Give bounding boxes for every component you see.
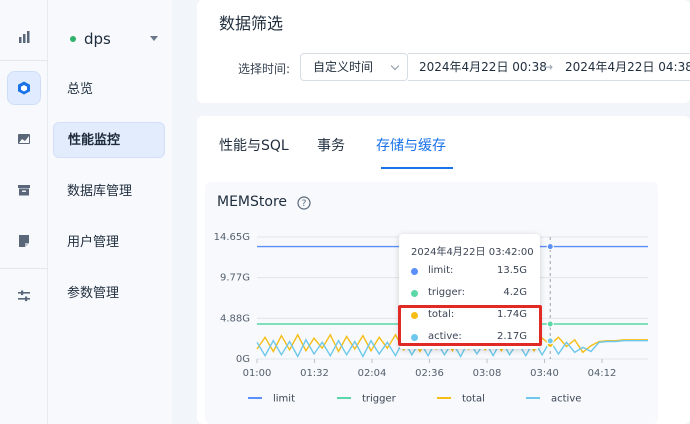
sliders-icon[interactable] bbox=[7, 279, 41, 313]
y-axis-ticks: 14.65G 9.77G 4.88G 0G bbox=[214, 232, 250, 365]
sidebar-item-performance[interactable]: 性能监控 bbox=[53, 122, 165, 158]
hover-point-trigger bbox=[546, 320, 554, 328]
date-range-picker[interactable]: 2024年4月22日 00:38 → 2024年4月22日 04:38 bbox=[408, 53, 690, 81]
x-tick-label: 03:40 bbox=[530, 368, 559, 379]
filter-card: 数据筛选 选择时间: 自定义时间 2024年4月22日 00:38 → 2024… bbox=[197, 0, 690, 103]
x-axis-ticks: 01:00 01:32 02:04 02:36 03:08 03:40 04:12 bbox=[243, 359, 617, 379]
x-tick-label: 01:32 bbox=[300, 368, 329, 379]
tooltip-row-trigger: trigger: 4.2G bbox=[399, 286, 540, 302]
trigger-dot-icon bbox=[411, 290, 418, 297]
tooltip-time: 2024年4月22日 03:42:00 bbox=[411, 247, 534, 258]
sidebar-item-params[interactable]: 参数管理 bbox=[53, 276, 165, 312]
chart-legend: limit trigger total active bbox=[248, 394, 581, 405]
y-tick-label: 14.65G bbox=[214, 232, 250, 243]
time-label: 选择时间: bbox=[238, 62, 291, 76]
area-chart-icon[interactable] bbox=[7, 122, 41, 156]
limit-dot-icon bbox=[411, 268, 418, 275]
legend-label-active: active bbox=[551, 394, 581, 405]
chart-title: MEMStore bbox=[217, 194, 288, 210]
range-end-input[interactable]: 2024年4月22日 04:38 bbox=[565, 54, 690, 80]
time-mode-select[interactable]: 自定义时间 bbox=[300, 53, 408, 81]
nav-sidebar: dps 总览 性能监控 数据库管理 用户管理 参数管理 bbox=[48, 0, 172, 424]
svg-text:?: ? bbox=[302, 199, 307, 209]
icon-rail bbox=[0, 0, 48, 424]
x-tick-label: 01:00 bbox=[243, 368, 272, 379]
legend-label-limit: limit bbox=[273, 394, 295, 405]
time-mode-value: 自定义时间 bbox=[313, 60, 374, 74]
tab-transactions[interactable]: 事务 bbox=[317, 135, 345, 155]
legend-label-trigger: trigger bbox=[362, 394, 397, 405]
x-tick-label: 04:12 bbox=[588, 368, 617, 379]
legend-label-total: total bbox=[462, 394, 485, 405]
tooltip-row-limit: limit: 13.5G bbox=[399, 264, 540, 280]
tooltip-name: trigger: bbox=[428, 287, 465, 298]
chevron-down-icon bbox=[390, 61, 400, 71]
cube-icon[interactable] bbox=[7, 71, 41, 105]
hover-point-active bbox=[546, 337, 554, 345]
archive-icon[interactable] bbox=[7, 173, 41, 207]
active-tab-indicator bbox=[381, 167, 453, 169]
tab-storage-cache[interactable]: 存储与缓存 bbox=[376, 135, 446, 155]
sidebar-item-database[interactable]: 数据库管理 bbox=[53, 174, 165, 210]
tab-performance-sql[interactable]: 性能与SQL bbox=[219, 135, 289, 155]
tooltip-value: 13.5G bbox=[496, 265, 527, 276]
range-start-input[interactable]: 2024年4月22日 00:38 bbox=[419, 54, 547, 80]
sidebar-item-users[interactable]: 用户管理 bbox=[53, 225, 165, 261]
tooltip-name: limit: bbox=[428, 265, 454, 276]
status-dot-icon bbox=[70, 36, 76, 42]
y-tick-label: 0G bbox=[236, 354, 250, 365]
note-icon[interactable] bbox=[7, 224, 41, 258]
x-tick-label: 02:04 bbox=[358, 368, 387, 379]
hover-point-limit bbox=[546, 243, 554, 251]
filter-title: 数据筛选 bbox=[219, 14, 284, 33]
caret-down-icon[interactable] bbox=[150, 36, 158, 41]
y-tick-label: 4.88G bbox=[220, 313, 250, 324]
bar-chart-icon[interactable] bbox=[7, 20, 41, 54]
db-name-label: dps bbox=[84, 30, 111, 48]
help-icon[interactable]: ? bbox=[297, 196, 311, 210]
hover-points bbox=[546, 243, 554, 349]
db-selector[interactable]: dps bbox=[70, 30, 111, 48]
x-tick-label: 02:36 bbox=[415, 368, 444, 379]
sidebar-item-overview[interactable]: 总览 bbox=[53, 72, 165, 108]
range-arrow-icon: → bbox=[543, 60, 554, 74]
annotation-highlight-box bbox=[398, 305, 542, 346]
y-tick-label: 9.77G bbox=[220, 273, 250, 284]
tooltip-value: 4.2G bbox=[503, 287, 527, 298]
x-tick-label: 03:08 bbox=[473, 368, 502, 379]
